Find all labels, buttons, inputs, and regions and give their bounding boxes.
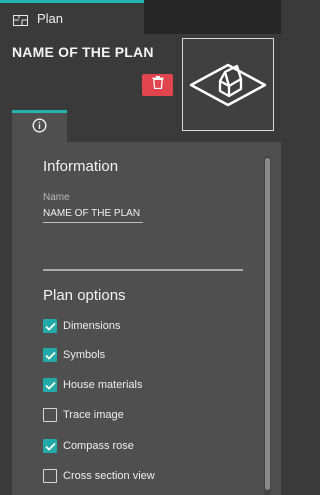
scrollbar-thumb[interactable] <box>265 158 270 490</box>
checkbox-symbols[interactable] <box>43 348 57 362</box>
option-label: House materials <box>63 379 143 391</box>
checkbox-house-materials[interactable] <box>43 378 57 392</box>
plan-thumbnail[interactable] <box>182 38 274 131</box>
checkmark-icon <box>44 442 56 451</box>
house-3d-icon <box>183 63 273 134</box>
checkbox-cross-section-view[interactable] <box>43 469 57 483</box>
option-house-materials[interactable]: House materials <box>43 377 142 393</box>
checkmark-icon <box>44 322 56 331</box>
delete-plan-button[interactable] <box>142 74 173 96</box>
tab-plan-label: Plan <box>37 11 64 26</box>
option-trace-image[interactable]: Trace image <box>43 407 124 423</box>
checkmark-icon <box>44 351 56 360</box>
tab-bar: Plan <box>0 0 281 34</box>
option-compass-rose[interactable]: Compass rose <box>43 438 134 454</box>
section-divider <box>43 269 243 271</box>
plan-name-input[interactable] <box>43 205 143 223</box>
plan-options-heading: Plan options <box>43 287 126 304</box>
checkbox-compass-rose[interactable] <box>43 439 57 453</box>
floor-plan-icon <box>13 13 28 26</box>
name-field-label: Name <box>43 192 70 203</box>
tab-plan[interactable]: Plan <box>0 0 144 34</box>
option-cross-section-view[interactable]: Cross section view <box>43 468 155 484</box>
checkmark-icon <box>44 381 56 390</box>
info-icon <box>32 117 47 138</box>
option-label: Cross section view <box>63 470 155 482</box>
plan-name-title: NAME OF THE PLAN <box>12 44 154 60</box>
checkbox-dimensions[interactable] <box>43 319 57 333</box>
option-dimensions[interactable]: Dimensions <box>43 318 120 334</box>
information-heading: Information <box>43 158 119 175</box>
option-label: Compass rose <box>63 440 134 452</box>
plan-editor-panel: Plan NAME OF THE PLAN Information Name N… <box>0 0 281 495</box>
checkbox-trace-image[interactable] <box>43 408 57 422</box>
option-label: Symbols <box>63 349 106 361</box>
option-symbols[interactable]: Symbols <box>43 347 105 363</box>
trash-icon <box>152 76 164 94</box>
tab-information[interactable] <box>12 110 67 142</box>
option-label: Dimensions <box>63 320 121 332</box>
option-label: Trace image <box>63 409 124 421</box>
